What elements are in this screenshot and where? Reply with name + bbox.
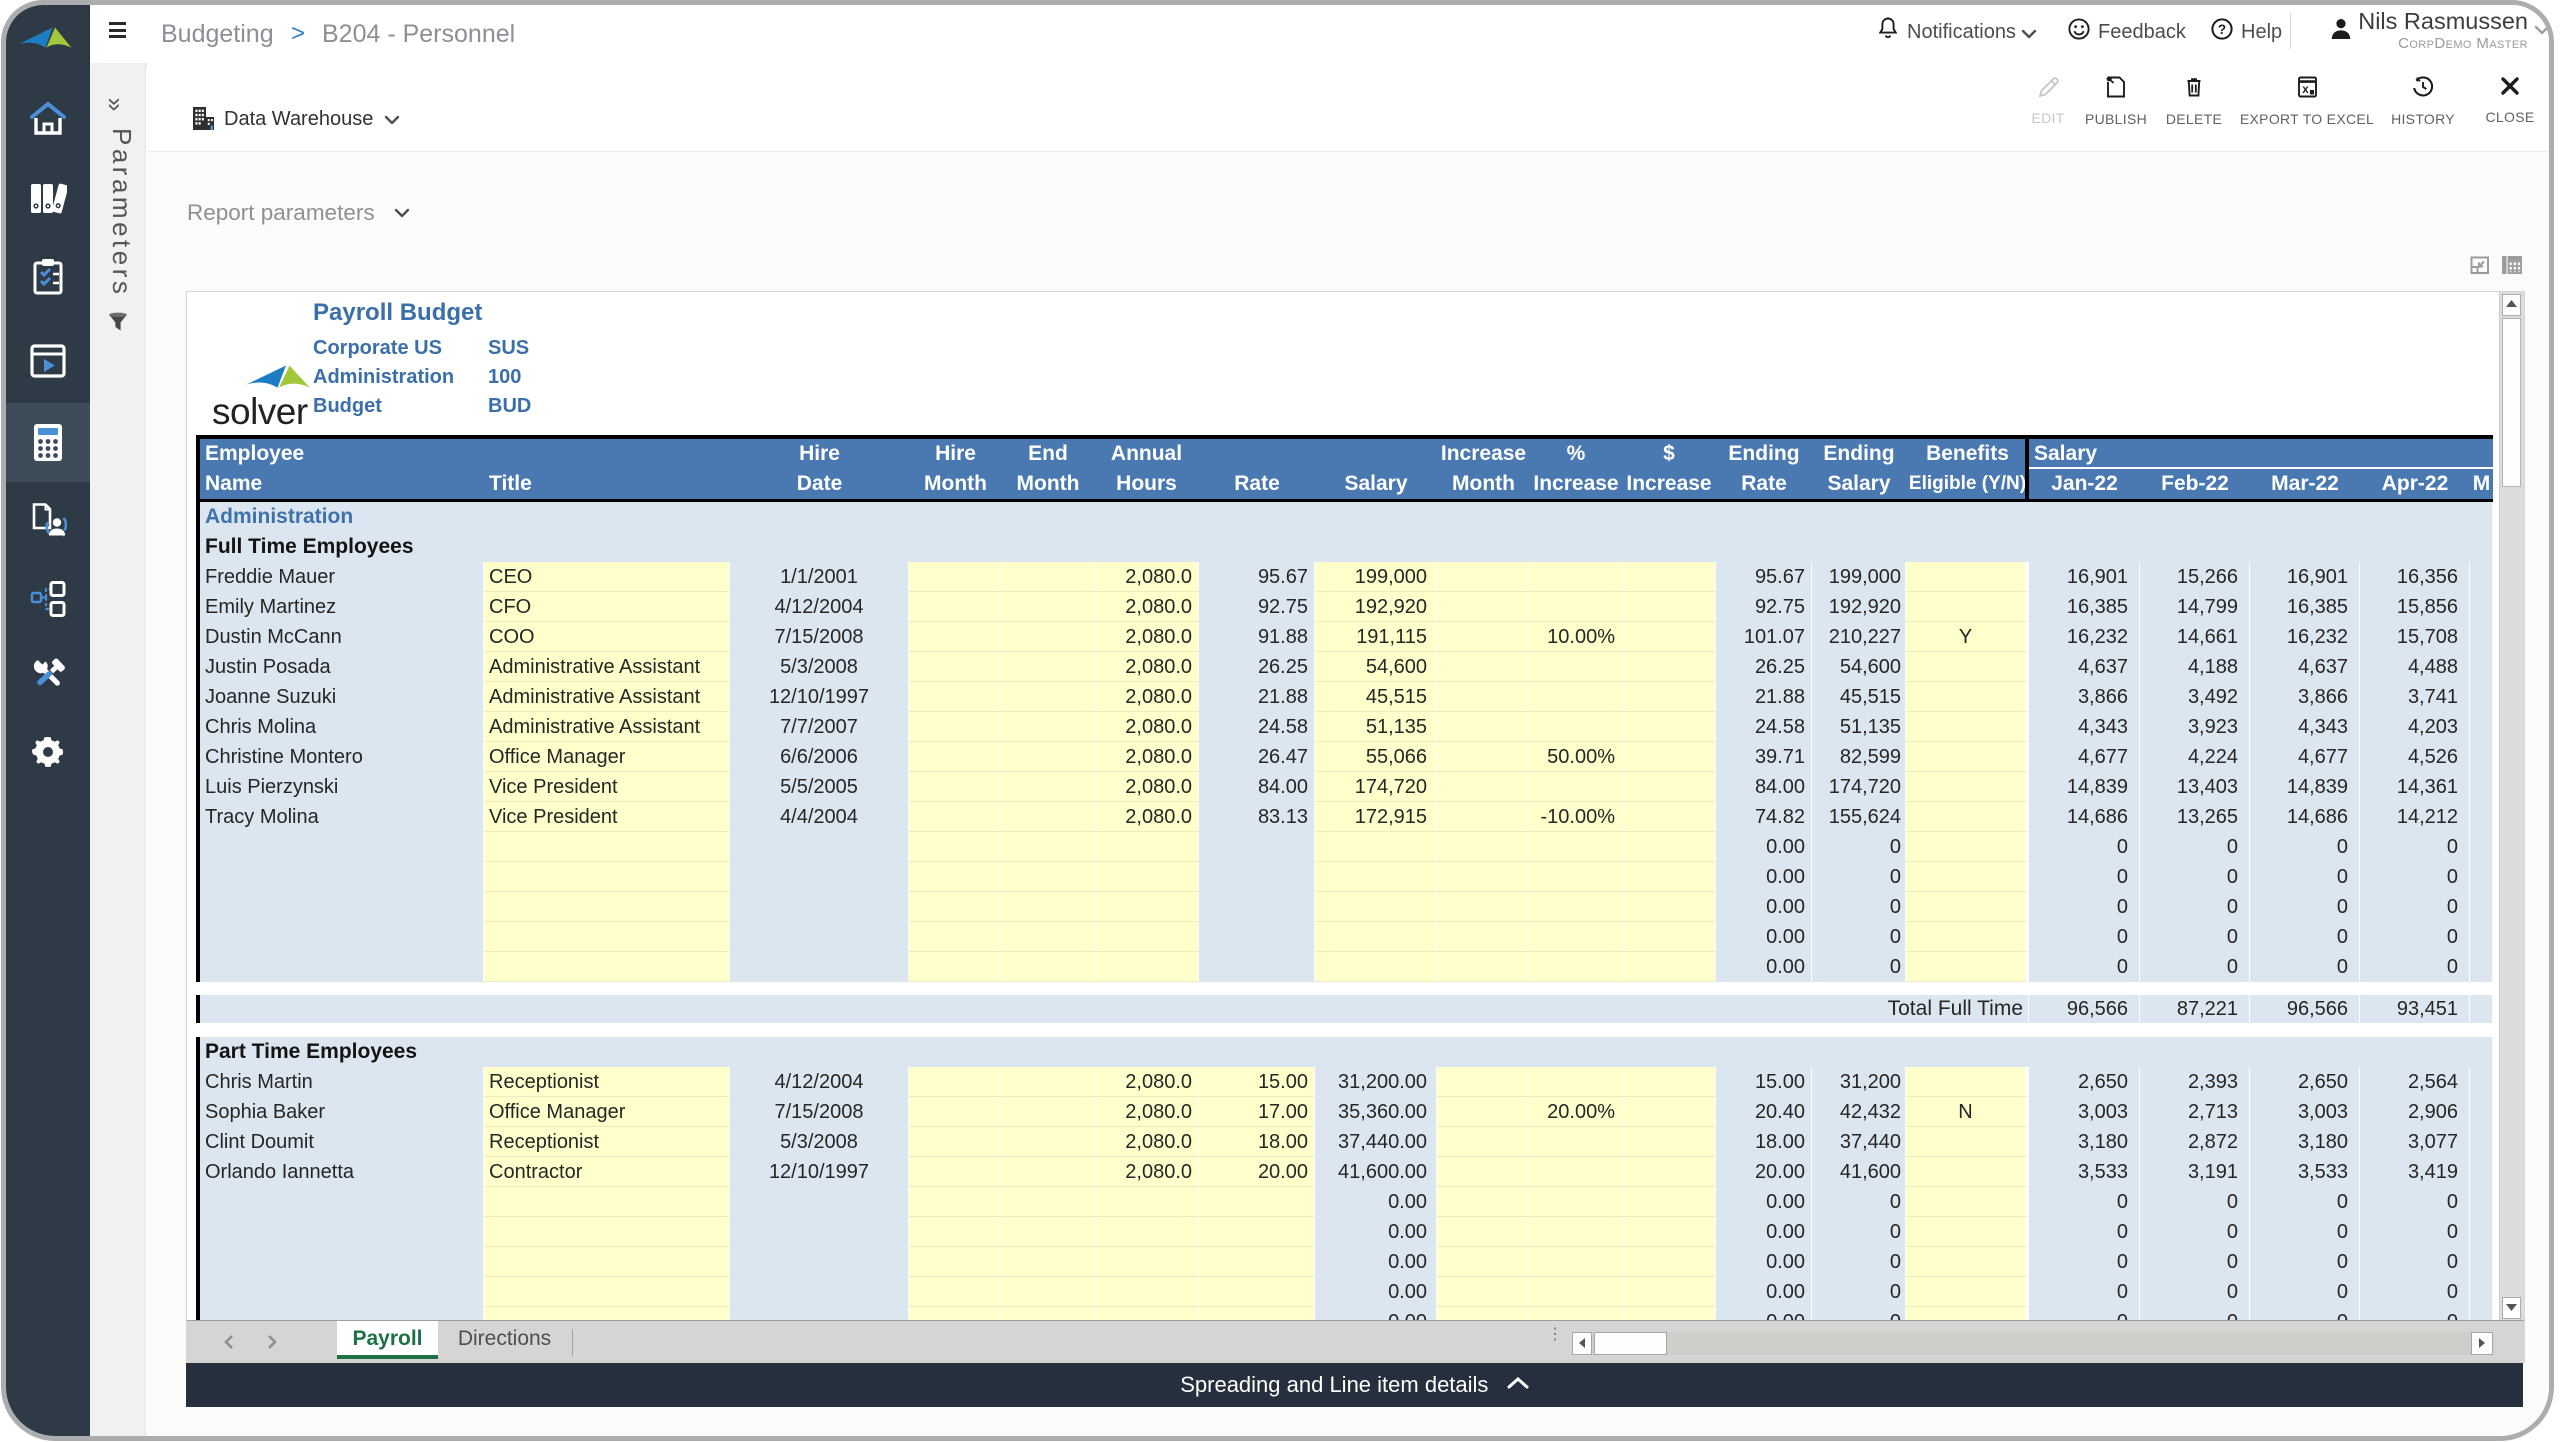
svg-text:x: x bbox=[2302, 84, 2309, 96]
svg-text:?: ? bbox=[2218, 22, 2226, 37]
